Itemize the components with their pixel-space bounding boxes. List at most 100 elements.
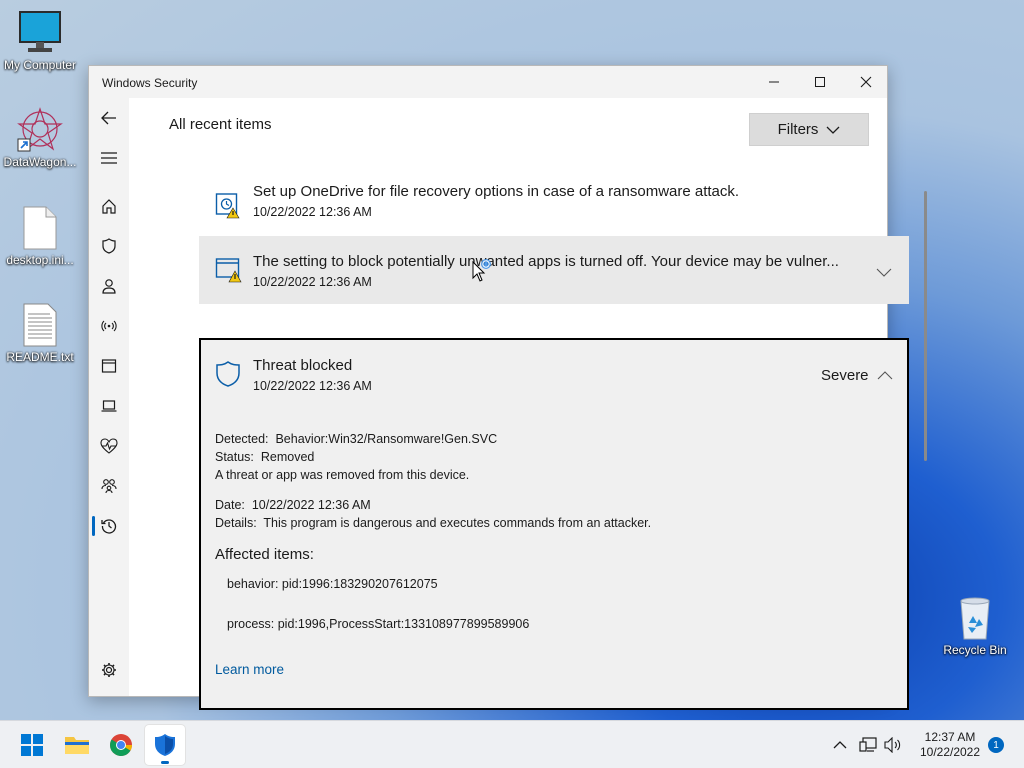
status-value: Removed xyxy=(260,450,315,464)
taskbar-file-explorer[interactable] xyxy=(57,725,97,765)
desktop-icon-label: desktop.ini... xyxy=(6,253,74,267)
notification-badge[interactable]: 1 xyxy=(988,737,1004,753)
taskbar: 12:37 AM 10/22/2022 1 xyxy=(0,720,1024,768)
desktop-icon-readme[interactable]: README.txt xyxy=(0,302,80,364)
desktop-icon-datawagon[interactable]: DataWagon... xyxy=(0,105,80,169)
windows-start-icon xyxy=(21,734,43,756)
back-arrow-icon xyxy=(101,111,116,125)
back-button[interactable] xyxy=(89,102,129,134)
hamburger-menu-icon xyxy=(101,152,117,164)
filters-button[interactable]: Filters xyxy=(749,113,869,146)
person-icon xyxy=(102,279,116,294)
detected-row: Detected: Behavior:Win32/Ransomware!Gen.… xyxy=(215,432,497,446)
chevron-up-icon xyxy=(877,371,893,380)
taskbar-clock[interactable]: 12:37 AM 10/22/2022 xyxy=(905,730,995,760)
volume-icon xyxy=(884,737,901,753)
desktop-icon-label: My Computer xyxy=(3,58,77,72)
maximize-icon xyxy=(815,77,825,87)
heart-pulse-icon xyxy=(100,438,118,454)
text-file-icon xyxy=(22,302,58,348)
sidebar-item-account-protection[interactable] xyxy=(89,270,129,302)
affected-item: behavior: pid:1996:183290207612075 xyxy=(227,577,438,591)
desktop-icon-label: README.txt xyxy=(6,350,74,364)
sidebar-item-device-health[interactable] xyxy=(89,430,129,462)
volume-button[interactable] xyxy=(883,735,903,755)
network-button[interactable] xyxy=(858,735,878,755)
sidebar-item-device-security[interactable] xyxy=(89,390,129,422)
file-explorer-icon xyxy=(65,737,89,754)
show-hidden-icons-button[interactable] xyxy=(830,735,850,755)
chrome-icon xyxy=(110,734,132,756)
detected-label: Detected: xyxy=(215,432,269,446)
desktop-icon-label: DataWagon... xyxy=(3,155,77,169)
clock-date: 10/22/2022 xyxy=(919,745,981,759)
details-label: Details: xyxy=(215,516,257,530)
history-item-pua-setting[interactable]: The setting to block potentially unwante… xyxy=(199,236,909,304)
scrollbar[interactable] xyxy=(924,191,927,461)
family-icon xyxy=(101,479,117,494)
folder-protection-warning-icon xyxy=(215,191,241,224)
menu-button[interactable] xyxy=(89,142,129,174)
desktop-icon-my-computer[interactable]: My Computer xyxy=(0,10,80,72)
history-item-date: 10/22/2022 12:36 AM xyxy=(253,205,372,219)
chevron-up-icon xyxy=(833,741,847,749)
threat-date: 10/22/2022 12:36 AM xyxy=(253,379,372,393)
history-item-title: Set up OneDrive for file recovery option… xyxy=(253,183,740,200)
status-note: A threat or app was removed from this de… xyxy=(215,468,470,482)
minimize-button[interactable] xyxy=(751,66,797,98)
laptop-icon xyxy=(101,400,117,412)
shield-outline-icon xyxy=(215,360,241,393)
windows-security-icon xyxy=(155,734,175,756)
taskbar-windows-security[interactable] xyxy=(145,725,185,765)
desktop-icon-recycle-bin[interactable]: Recycle Bin xyxy=(935,595,1015,657)
window-title: Windows Security xyxy=(102,76,198,90)
date-label: Date: xyxy=(215,498,245,512)
sidebar-item-protection-history[interactable] xyxy=(89,510,129,542)
threat-title: Threat blocked xyxy=(253,357,353,374)
app-browser-icon xyxy=(101,359,117,373)
expand-button[interactable] xyxy=(876,264,892,282)
close-icon xyxy=(860,76,872,88)
sidebar-item-home[interactable] xyxy=(89,190,129,222)
sidebar-item-virus-protection[interactable] xyxy=(89,230,129,262)
sidebar-item-firewall[interactable] xyxy=(89,310,129,342)
date-value: 10/22/2022 12:36 AM xyxy=(251,498,371,512)
desktop-icon-label: Recycle Bin xyxy=(943,643,1007,657)
minimize-icon xyxy=(769,81,779,83)
monitor-icon xyxy=(18,10,62,56)
chevron-down-icon xyxy=(876,268,892,277)
collapse-button[interactable] xyxy=(877,367,893,385)
threat-detail-panel: Threat blocked 10/22/2022 12:36 AM Sever… xyxy=(199,338,909,710)
detected-value: Behavior:Win32/Ransomware!Gen.SVC xyxy=(275,432,498,446)
home-icon xyxy=(102,199,116,214)
page-title: All recent items xyxy=(169,116,272,133)
taskbar-chrome[interactable] xyxy=(101,725,141,765)
date-row: Date: 10/22/2022 12:36 AM xyxy=(215,498,371,512)
status-row: Status: Removed xyxy=(215,450,314,464)
file-icon xyxy=(22,205,58,251)
wireless-icon xyxy=(101,320,117,332)
learn-more-link[interactable]: Learn more xyxy=(215,662,284,677)
history-item-onedrive[interactable]: Set up OneDrive for file recovery option… xyxy=(199,183,909,241)
history-item-date: 10/22/2022 12:36 AM xyxy=(253,275,372,289)
windows-security-window: Windows Security All recent items Filter… xyxy=(88,65,927,710)
recycle-bin-icon xyxy=(955,595,995,641)
mouse-cursor-icon xyxy=(471,258,493,287)
app-browser-warning-icon xyxy=(215,257,243,288)
details-row: Details: This program is dangerous and e… xyxy=(215,516,651,530)
title-bar: Windows Security xyxy=(89,66,887,98)
filters-label: Filters xyxy=(777,121,819,138)
status-label: Status: xyxy=(215,450,254,464)
start-button[interactable] xyxy=(12,725,52,765)
sidebar-item-settings[interactable] xyxy=(89,654,129,686)
close-button[interactable] xyxy=(843,66,889,98)
shield-icon xyxy=(102,238,116,254)
maximize-button[interactable] xyxy=(797,66,843,98)
affected-items-heading: Affected items: xyxy=(215,546,314,563)
datawagon-app-icon xyxy=(16,105,64,153)
protection-history-pane: All recent items Filters Set up OneDrive… xyxy=(129,98,927,710)
sidebar-item-app-browser-control[interactable] xyxy=(89,350,129,382)
sidebar-item-family-options[interactable] xyxy=(89,470,129,502)
active-app-indicator xyxy=(161,761,169,764)
desktop-icon-desktop-ini[interactable]: desktop.ini... xyxy=(0,205,80,267)
